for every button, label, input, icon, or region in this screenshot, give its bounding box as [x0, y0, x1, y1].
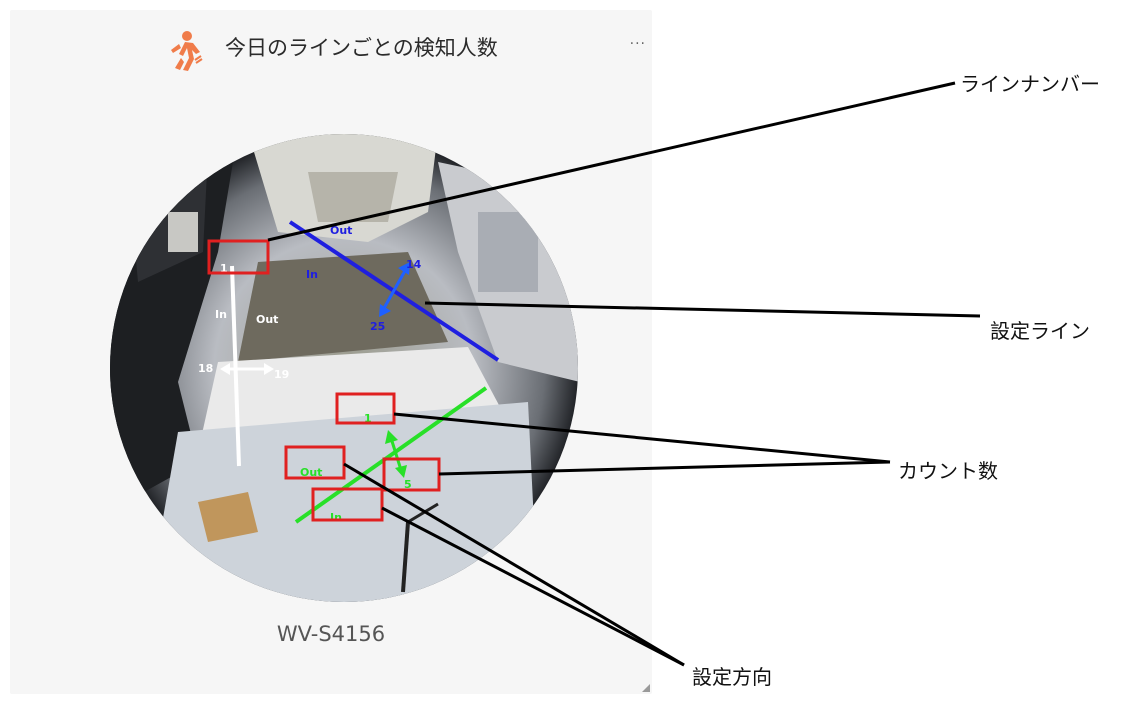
callout-setting-line: 設定ライン: [990, 319, 1090, 343]
walking-person-icon: [171, 31, 203, 71]
line2-count-b: 25: [370, 320, 385, 333]
line2-count-a: 14: [406, 258, 422, 271]
line2-out-label: Out: [330, 224, 352, 237]
widget-header: 今日のラインごとの検知人数 ...: [10, 10, 652, 80]
more-options-button[interactable]: ...: [630, 32, 646, 48]
fisheye-camera-view: 1 In Out 18 19 Out In 14 25 1 5 Out In: [110, 134, 578, 602]
line1-out-label: Out: [256, 313, 278, 326]
callout-setting-direction: 設定方向: [692, 665, 772, 689]
line2-in-label: In: [306, 268, 318, 281]
widget-card: 今日のラインごとの検知人数 ... 1 In Out 18 19 Out In …: [10, 10, 652, 694]
line3-out-label: Out: [300, 466, 322, 479]
line3-in-label: In: [330, 511, 342, 524]
line3-count-top: 1: [364, 412, 372, 425]
callout-count: カウント数: [898, 459, 998, 483]
widget-title: 今日のラインごとの検知人数: [225, 36, 498, 60]
resize-handle-icon[interactable]: [642, 684, 650, 692]
camera-name-label: WV-S4156: [276, 622, 386, 646]
line1-in-label: In: [215, 308, 227, 321]
line1-number-label: 1: [220, 262, 228, 275]
line3-count-right: 5: [404, 478, 412, 491]
line1-right-count: 19: [274, 368, 289, 381]
callout-line-number: ラインナンバー: [960, 72, 1100, 96]
line1-left-count: 18: [198, 362, 213, 375]
